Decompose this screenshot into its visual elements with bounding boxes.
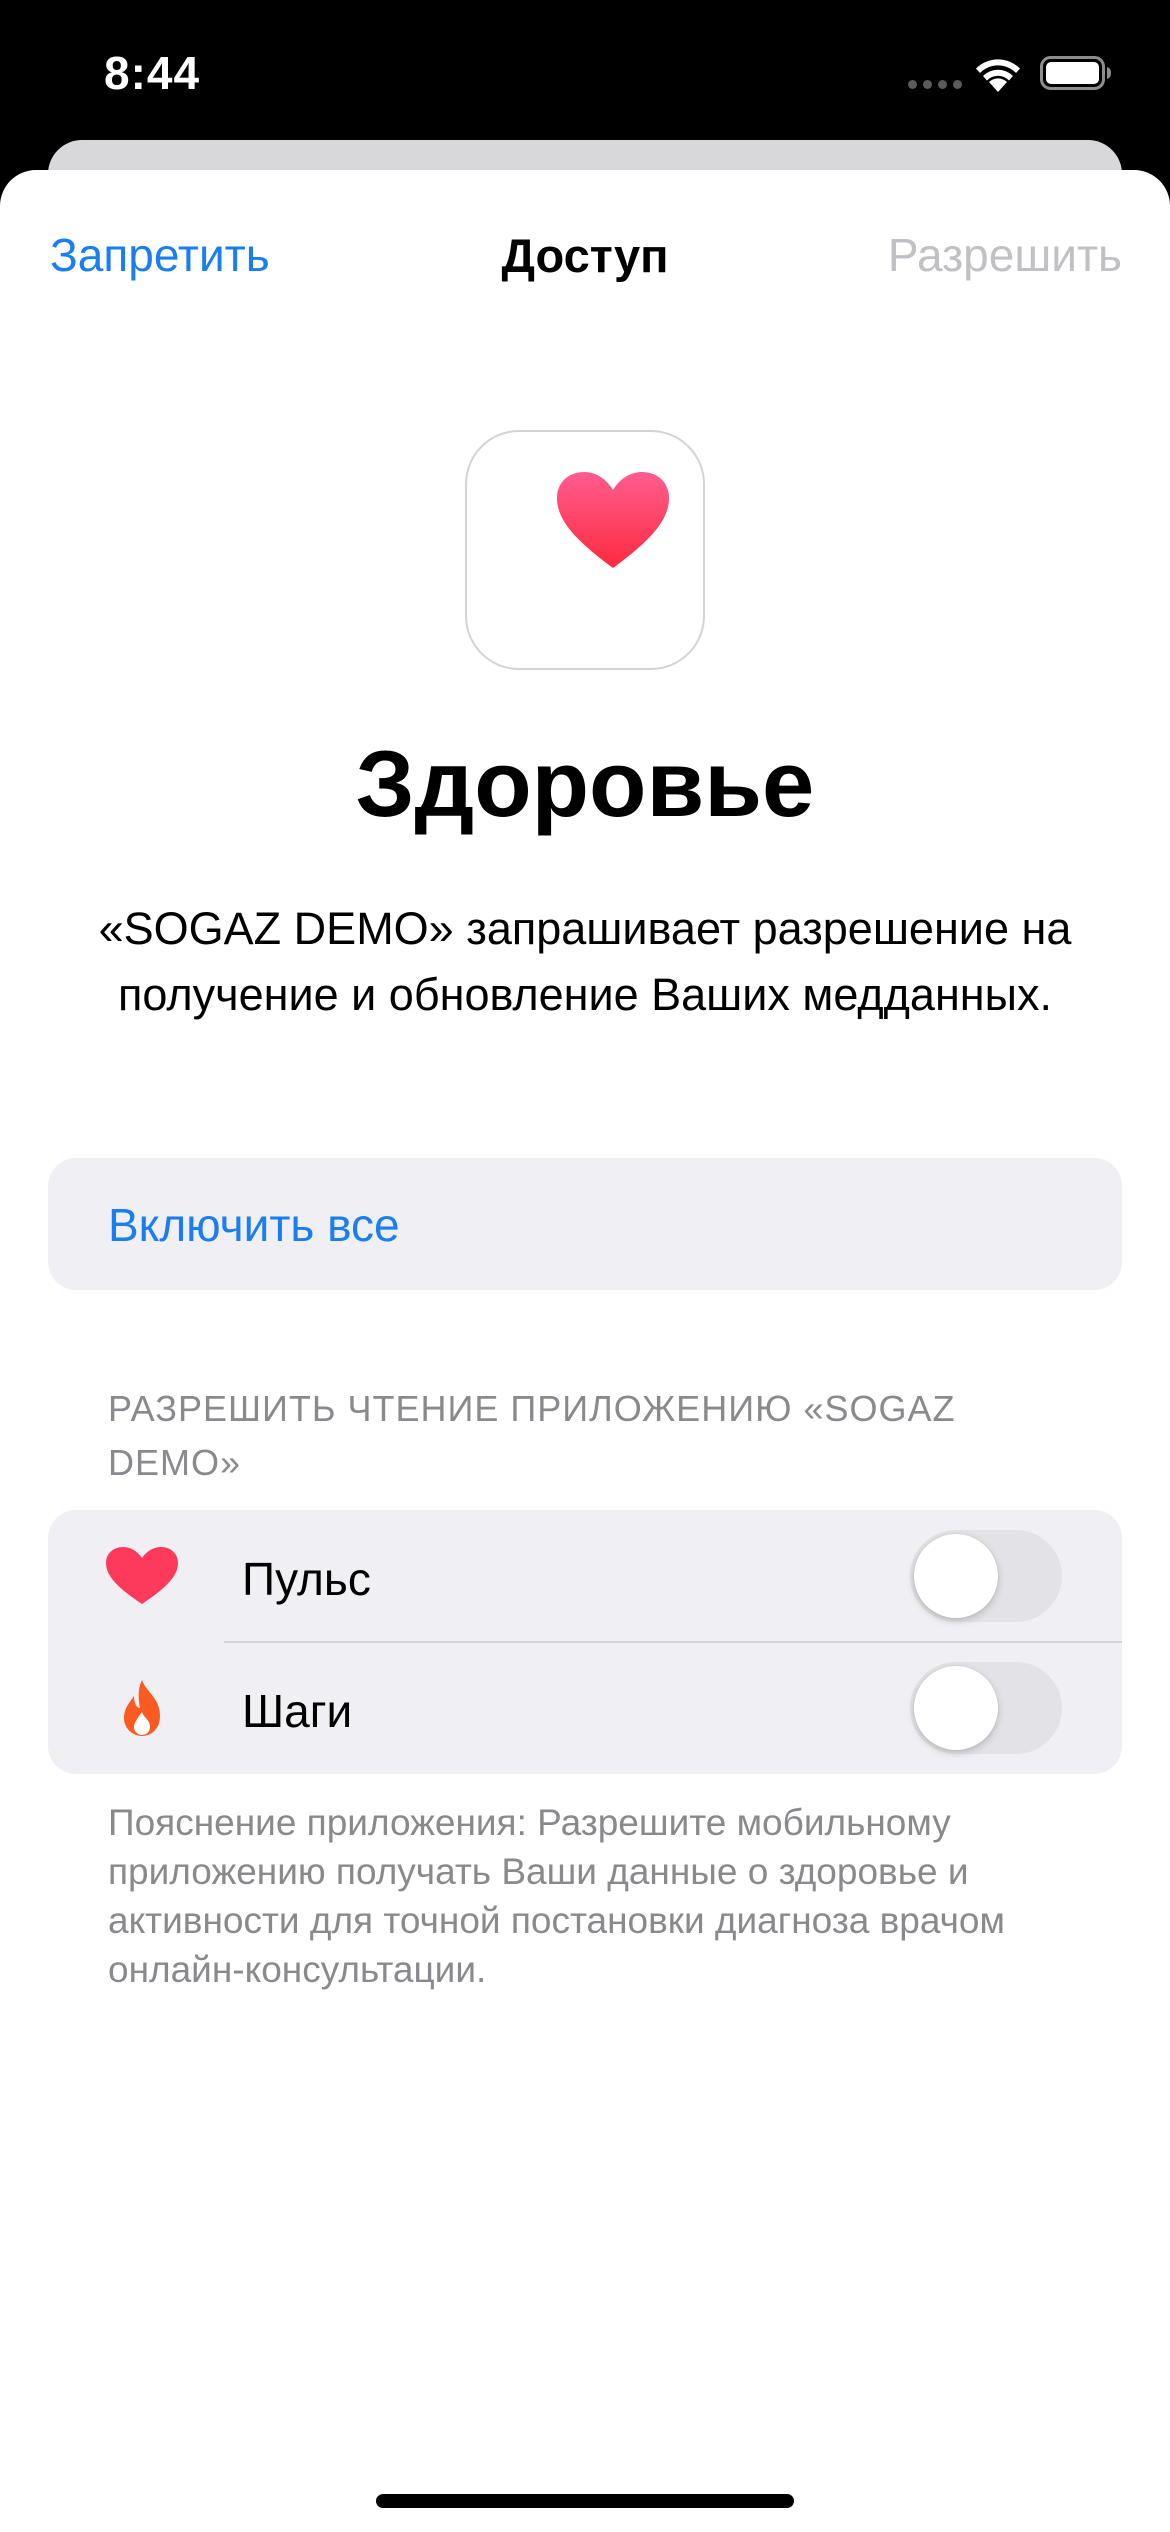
wifi-icon <box>976 59 1020 92</box>
read-section-header: РАЗРЕШИТЬ ЧТЕНИЕ ПРИЛОЖЕНИЮ «SOGAZ DEMO» <box>108 1388 956 1483</box>
enable-all-button[interactable]: Включить все <box>48 1158 1122 1290</box>
cellular-dots-icon <box>908 80 962 89</box>
flame-icon <box>124 1680 160 1736</box>
health-app-icon <box>465 430 705 670</box>
status-bar: 8:44 <box>0 0 1170 150</box>
pulse-label: Пульс <box>242 1553 371 1605</box>
enable-all-label: Включить все <box>108 1199 400 1251</box>
heart-icon <box>106 1547 178 1604</box>
read-permissions-list: Пульс Шаги <box>48 1510 1122 1774</box>
permission-sheet: Запретить Доступ Разрешить Здоровье «SOG… <box>0 170 1170 2532</box>
steps-label: Шаги <box>242 1685 353 1737</box>
toggle-knob <box>914 1534 998 1618</box>
health-heart-icon <box>557 472 669 568</box>
permission-description: «SOGAZ DEMO» запрашивает разрешение на п… <box>98 903 1072 1020</box>
app-explanation: Пояснение приложения: Разрешите мобильно… <box>108 1802 1005 1990</box>
list-item-steps[interactable]: Шаги <box>48 1642 1122 1774</box>
list-item-pulse[interactable]: Пульс <box>48 1510 1122 1643</box>
status-time: 8:44 <box>104 47 201 99</box>
toggle-knob <box>914 1666 998 1750</box>
battery-icon <box>1040 56 1111 90</box>
home-indicator <box>376 2494 794 2508</box>
allow-button[interactable]: Разрешить <box>888 228 1122 282</box>
deny-button[interactable]: Запретить <box>50 228 270 282</box>
steps-toggle[interactable] <box>910 1662 1062 1754</box>
app-name: Здоровье <box>355 731 815 836</box>
pulse-toggle[interactable] <box>910 1530 1062 1622</box>
